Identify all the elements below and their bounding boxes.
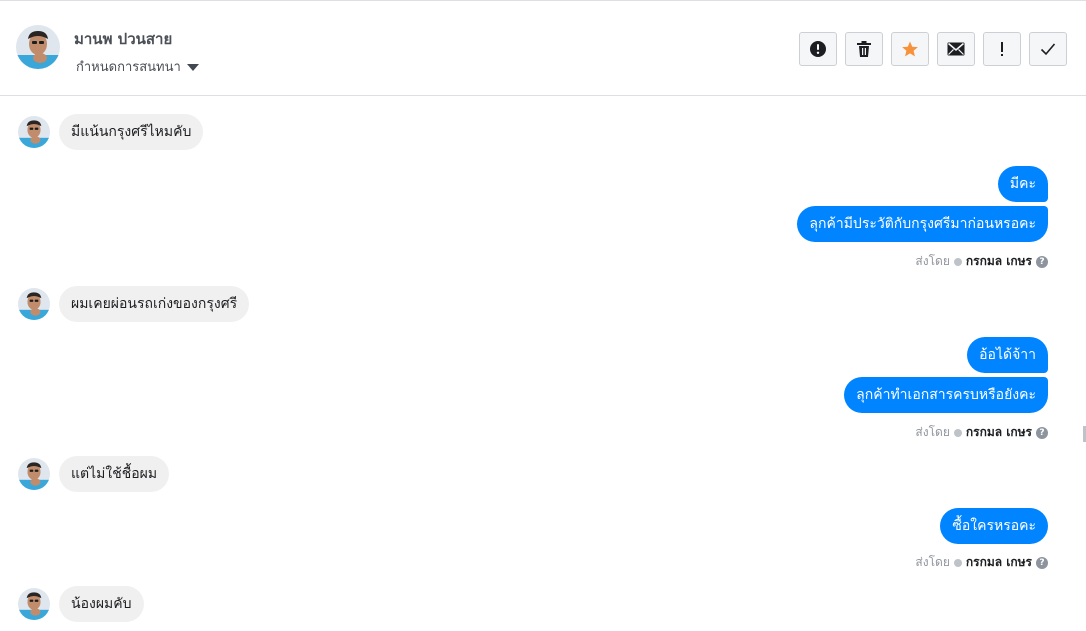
follow-up-button[interactable] [983, 32, 1021, 66]
sender-avatar[interactable] [18, 116, 50, 148]
conversation-header: มานพ ปวนสาย กำหนดการสนทนา [0, 0, 1086, 96]
agent-status-icon [953, 257, 962, 266]
mark-done-button[interactable] [1029, 32, 1067, 66]
sender-avatar[interactable] [18, 288, 50, 320]
caret-down-icon [186, 64, 199, 71]
incoming-message-row: ผมเคยผ่อนรถเก่งของกรุงศรี [18, 286, 250, 322]
incoming-message-row: มีแน้นกรุงศรีไหมคับ [18, 114, 204, 150]
incoming-message-bubble[interactable]: แต่ไม่ใช้ชื้อผม [59, 456, 170, 492]
help-icon[interactable]: ? [1036, 426, 1048, 439]
incoming-message-bubble[interactable]: น้องผมคับ [59, 586, 144, 622]
delete-button[interactable] [845, 32, 883, 66]
message-thread[interactable]: มีแน้นกรุงศรีไหมคับ มีคะ ลุกค้ามีประวัติ… [0, 96, 1082, 631]
conversation-toolbar [799, 32, 1067, 66]
envelope-icon [947, 42, 965, 56]
sent-by-agent-name[interactable]: กรกมล เกษร [966, 423, 1032, 442]
star-button[interactable] [891, 32, 929, 66]
outgoing-message-bubble[interactable]: ลุกค้าทำเอกสารครบหรือยังคะ [844, 377, 1048, 413]
conversation-settings-label: กำหนดการสนทนา [76, 60, 181, 75]
incoming-message-bubble[interactable]: ผมเคยผ่อนรถเก่งของกรุงศรี [59, 286, 250, 322]
help-icon[interactable]: ? [1036, 556, 1048, 569]
sent-by-label: ส่งโดย [915, 254, 950, 268]
star-icon [902, 41, 918, 57]
incoming-message-row: แต่ไม่ใช้ชื้อผม [18, 456, 170, 492]
sent-by-info: ส่งโดย กรกมล เกษร ? [915, 252, 1048, 271]
help-icon[interactable]: ? [1036, 255, 1048, 268]
sent-by-agent-name[interactable]: กรกมล เกษร [966, 553, 1032, 572]
outgoing-message-bubble[interactable]: อ้อได้จ้าา [967, 337, 1048, 373]
contact-avatar[interactable] [16, 25, 60, 69]
thread-scrollbar[interactable] [1082, 96, 1086, 631]
incoming-message-row: น้องผมคับ [18, 586, 144, 622]
contact-name[interactable]: มานพ ปวนสาย [74, 27, 172, 51]
sender-avatar[interactable] [18, 458, 50, 490]
outgoing-message-group: อ้อได้จ้าา ลุกค้าทำเอกสารครบหรือยังคะ [844, 337, 1048, 413]
outgoing-message-bubble[interactable]: ลุกค้ามีประวัติกับกรุงศรีมาก่อนหรอคะ [797, 206, 1048, 242]
outgoing-message-bubble[interactable]: มีคะ [997, 166, 1048, 202]
incoming-message-bubble[interactable]: มีแน้นกรุงศรีไหมคับ [59, 114, 204, 150]
outgoing-message-group: มีคะ ลุกค้ามีประวัติกับกรุงศรีมาก่อนหรอค… [797, 166, 1048, 242]
contact-avatar-image [16, 25, 60, 69]
sender-avatar-image [18, 588, 50, 620]
checkmark-icon [1040, 43, 1056, 56]
sender-avatar-image [18, 116, 50, 148]
outgoing-message-bubble[interactable]: ซื้อใครหรอคะ [940, 508, 1048, 544]
exclamation-icon [1001, 42, 1003, 56]
report-spam-button[interactable] [799, 32, 837, 66]
agent-status-icon [953, 558, 962, 567]
agent-status-icon [953, 428, 962, 437]
sent-by-info: ส่งโดย กรกมล เกษร ? [915, 553, 1048, 572]
sender-avatar-image [18, 288, 50, 320]
sent-by-label: ส่งโดย [915, 555, 950, 569]
alert-circle-icon [810, 41, 826, 57]
sent-by-info: ส่งโดย กรกมล เกษร ? [915, 423, 1048, 442]
conversation-window: มานพ ปวนสาย กำหนดการสนทนา มีแน้นกรุงศรีไ… [0, 0, 1086, 631]
sender-avatar-image [18, 458, 50, 490]
trash-icon [857, 41, 871, 57]
sender-avatar[interactable] [18, 588, 50, 620]
sent-by-label: ส่งโดย [915, 425, 950, 439]
sent-by-agent-name[interactable]: กรกมล เกษร [966, 252, 1032, 271]
conversation-settings-dropdown[interactable]: กำหนดการสนทนา [76, 56, 199, 77]
mark-unread-button[interactable] [937, 32, 975, 66]
outgoing-message-group: ซื้อใครหรอคะ [940, 508, 1048, 544]
